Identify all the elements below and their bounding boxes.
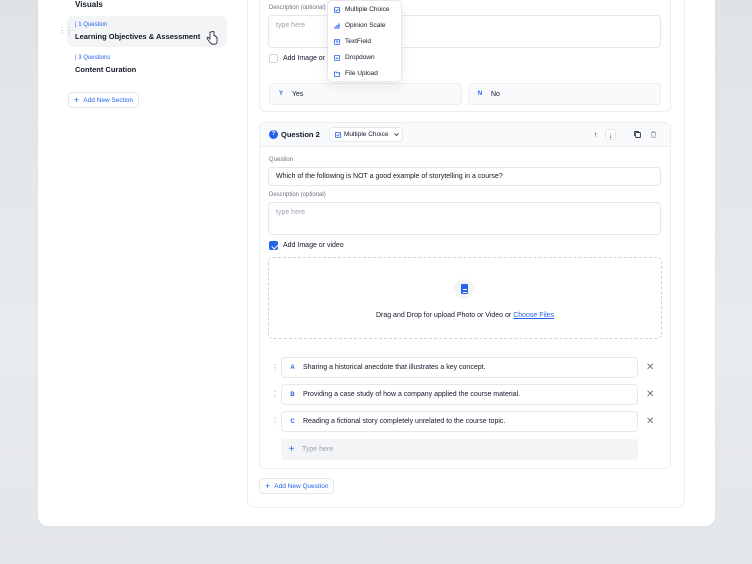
add-option-input[interactable]: + Type here — [281, 439, 638, 460]
question-label: Question — [269, 157, 294, 163]
answer-yes[interactable]: Y Yes — [269, 83, 462, 105]
choose-files-link[interactable]: Choose Files — [513, 312, 554, 319]
menu-item-label: Opinion Scale — [345, 22, 386, 29]
description-label: Description (optional) — [269, 192, 326, 198]
sidebar-item-count: | 3 Questions — [75, 55, 111, 61]
option-a[interactable]: A Sharing a historical anecdote that ill… — [281, 357, 638, 378]
answer-text: Yes — [292, 90, 304, 98]
sidebar-item-visuals-title[interactable]: Visuals — [75, 0, 103, 9]
plus-icon: + — [288, 443, 295, 455]
answer-no[interactable]: N No — [468, 83, 661, 105]
text-field-icon — [334, 38, 340, 45]
document-icon — [461, 284, 468, 294]
option-b[interactable]: B Providing a case study of how a compan… — [281, 384, 638, 405]
plus-icon: + — [265, 480, 271, 491]
chevron-down-icon — [394, 133, 400, 137]
option-c[interactable]: C Reading a fictional story completely u… — [281, 411, 638, 432]
menu-item-opinion-scale[interactable]: Opinion Scale — [334, 22, 385, 29]
upload-instructions: Drag and Drop for upload Photo or Video … — [268, 312, 662, 319]
folder-icon — [334, 71, 340, 77]
option-text: Sharing a historical anecdote that illus… — [303, 364, 486, 371]
drag-handle-icon[interactable]: ⋮⋮ — [58, 27, 73, 35]
menu-item-multiple-choice[interactable]: Multiple Choice — [334, 6, 389, 13]
sidebar-item-label: Learning Objectives & Assessment — [75, 32, 201, 41]
menu-item-file-upload[interactable]: File Upload — [334, 70, 378, 77]
duplicate-icon[interactable] — [632, 129, 643, 140]
description-label: Description (optional) — [269, 5, 326, 11]
question-title: Question 2 — [281, 130, 320, 139]
sidebar-item-count: | 1 Question — [75, 22, 108, 28]
answer-key: N — [477, 91, 483, 97]
option-key: B — [290, 391, 295, 398]
add-section-label: Add New Section — [83, 96, 134, 104]
question-type-menu: Multiple Choice Opinion Scale TextField … — [327, 0, 402, 82]
option-text: Providing a case study of how a company … — [303, 391, 521, 398]
add-media-label: Add Image or video — [283, 242, 344, 249]
menu-item-label: Dropdown — [345, 54, 375, 61]
menu-item-label: Multiple Choice — [345, 6, 390, 13]
menu-item-label: File Upload — [345, 70, 378, 77]
question-badge-icon: ? — [269, 130, 278, 139]
add-media-checkbox[interactable] — [269, 54, 278, 63]
option-text: Reading a fictional story completely unr… — [303, 418, 506, 425]
add-section-button[interactable]: + Add New Section — [68, 92, 140, 108]
option-key: C — [290, 418, 295, 425]
move-up-icon[interactable]: ↑ — [590, 129, 601, 140]
add-option-placeholder: Type here — [302, 446, 334, 453]
menu-item-dropdown[interactable]: Dropdown — [334, 54, 375, 61]
option-key: A — [290, 364, 295, 371]
sidebar-item-content-curation[interactable]: Content Curation — [75, 65, 136, 74]
dropdown-icon — [334, 54, 340, 61]
question-text-field[interactable]: Which of the following is NOT a good exa… — [268, 167, 661, 186]
upload-text: Drag and Drop for upload Photo or Video … — [375, 312, 512, 319]
move-down-icon[interactable]: ↓ — [605, 129, 616, 140]
menu-item-textfield[interactable]: TextField — [334, 38, 371, 45]
add-question-label: Add New Question — [274, 482, 329, 490]
answer-text: No — [491, 90, 500, 98]
hand-cursor-icon — [206, 31, 218, 45]
close-icon[interactable]: ✕ — [646, 363, 654, 373]
menu-item-label: TextField — [345, 38, 372, 45]
plus-icon: + — [74, 94, 80, 105]
description-field[interactable]: type here — [268, 202, 661, 235]
answer-key: Y — [278, 91, 283, 97]
question-type-value: Multiple Choice — [344, 131, 389, 138]
close-icon[interactable]: ✕ — [646, 417, 654, 427]
add-question-button[interactable]: + Add New Question — [259, 478, 335, 494]
bar-chart-icon — [334, 23, 340, 29]
checkbox-icon — [335, 131, 341, 138]
trash-icon[interactable] — [648, 129, 659, 140]
close-icon[interactable]: ✕ — [646, 390, 654, 400]
checkbox-icon — [334, 6, 340, 13]
question-type-select[interactable]: Multiple Choice — [329, 127, 403, 142]
add-media-checkbox[interactable] — [269, 241, 278, 250]
